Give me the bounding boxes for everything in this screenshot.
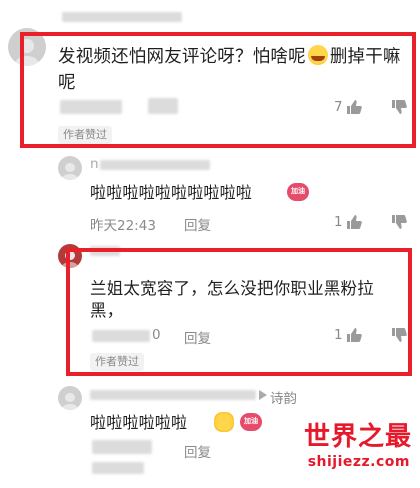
- watermark-title: 世界之最: [303, 422, 412, 452]
- avatar[interactable]: [58, 156, 82, 180]
- comment-time: 昨天22:43: [90, 218, 156, 234]
- thumbs-down-icon[interactable]: [390, 213, 408, 231]
- avatar[interactable]: [58, 386, 82, 410]
- blurred-author: [90, 390, 256, 400]
- comment-text: 啦啦啦啦啦啦啦啦啦啦: [90, 183, 253, 202]
- blurred-header: [62, 12, 182, 22]
- blurred-timestamp: [92, 462, 144, 474]
- highlight-frame: [20, 32, 416, 148]
- reply-button[interactable]: 回复: [184, 441, 211, 461]
- blurred-timestamp: [92, 440, 152, 454]
- thumbs-up-icon[interactable]: [345, 213, 363, 231]
- highlight-frame: [66, 248, 412, 376]
- jiayou-sticker: 加油: [240, 413, 262, 433]
- like-count: 1: [334, 214, 343, 230]
- reply-button[interactable]: 回复: [184, 214, 211, 234]
- blurred-author: [100, 160, 210, 170]
- comment-text: 啦啦啦啦啦啦: [90, 413, 188, 432]
- author-name[interactable]: n: [90, 156, 99, 172]
- play-icon: [259, 390, 267, 400]
- author-name[interactable]: 诗韵: [270, 387, 297, 407]
- jiayou-sticker: 加油: [287, 183, 309, 203]
- clap-emoji: [214, 412, 234, 432]
- watermark-url: shijiezz.com: [307, 454, 410, 470]
